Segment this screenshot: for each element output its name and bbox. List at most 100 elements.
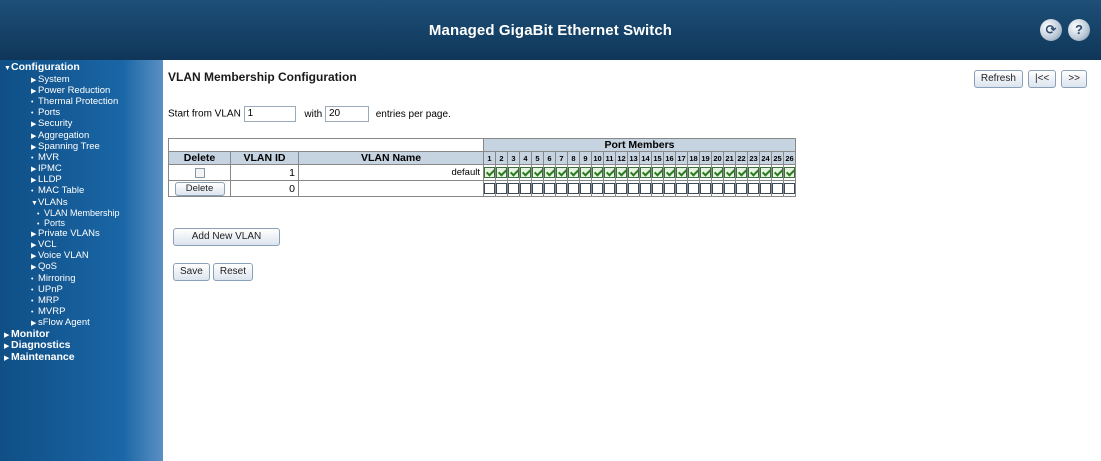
start-vlan-input[interactable]: 1 (243, 106, 296, 122)
vlan-id-cell[interactable]: 0 (230, 180, 299, 197)
port-17-member-checkbox[interactable] (676, 167, 687, 179)
port-1-member-checkbox[interactable] (484, 167, 495, 179)
sidebar-item-spanning-tree[interactable]: ▶ Spanning Tree (0, 141, 163, 152)
port-19-member-checkbox[interactable] (700, 183, 711, 195)
port-16-member-checkbox[interactable] (664, 183, 675, 195)
port-member-cell (615, 164, 628, 181)
port-15-member-checkbox[interactable] (652, 183, 663, 195)
first-page-button[interactable]: |<< (1027, 70, 1057, 88)
port-10-member-checkbox[interactable] (592, 183, 603, 195)
port-24-member-checkbox[interactable] (760, 183, 771, 195)
port-4-member-checkbox[interactable] (520, 167, 531, 179)
sidebar-item-power-reduction[interactable]: ▶ Power Reduction (0, 85, 163, 96)
port-15-member-checkbox[interactable] (652, 167, 663, 179)
port-2-member-checkbox[interactable] (496, 167, 507, 179)
sidebar-item-ports[interactable]: • Ports (0, 218, 163, 228)
sidebar-item-mirroring[interactable]: • Mirroring (0, 273, 163, 284)
port-13-member-checkbox[interactable] (628, 183, 639, 195)
sidebar-marker-icon: ▶ (4, 354, 10, 362)
port-24-member-checkbox[interactable] (760, 167, 771, 179)
port-9-member-checkbox[interactable] (580, 167, 591, 179)
delete-checkbox[interactable] (194, 167, 205, 178)
port-6-member-checkbox[interactable] (544, 167, 555, 179)
sidebar-item-aggregation[interactable]: ▶ Aggregation (0, 130, 163, 141)
port-member-cell (555, 180, 568, 197)
port-26-member-checkbox[interactable] (784, 167, 795, 179)
port-5-member-checkbox[interactable] (532, 183, 543, 195)
port-25-member-checkbox[interactable] (772, 183, 783, 195)
port-20-member-checkbox[interactable] (712, 183, 723, 195)
port-member-cell (519, 180, 532, 197)
port-6-member-checkbox[interactable] (544, 183, 555, 195)
sidebar-item-mvr[interactable]: • MVR (0, 152, 163, 163)
port-number-header: 3 (507, 151, 520, 165)
app-title: Managed GigaBit Ethernet Switch (428, 22, 673, 39)
sidebar-item-mac-table[interactable]: • MAC Table (0, 185, 163, 196)
add-new-vlan-button[interactable]: Add New VLAN (173, 228, 280, 246)
logout-icon[interactable]: ⟳ (1040, 19, 1062, 41)
port-10-member-checkbox[interactable] (592, 167, 603, 179)
port-8-member-checkbox[interactable] (568, 167, 579, 179)
port-21-member-checkbox[interactable] (724, 183, 735, 195)
port-17-member-checkbox[interactable] (676, 183, 687, 195)
next-page-button[interactable]: >> (1061, 70, 1087, 88)
save-button[interactable]: Save (173, 263, 210, 281)
port-member-cell (495, 180, 508, 197)
sidebar-item-mrp[interactable]: • MRP (0, 295, 163, 306)
sidebar-item-vlan-membership[interactable]: • VLAN Membership (0, 208, 163, 218)
port-19-member-checkbox[interactable] (700, 167, 711, 179)
help-icon[interactable]: ? (1068, 19, 1090, 41)
sidebar-item-thermal-protection[interactable]: • Thermal Protection (0, 96, 163, 107)
sidebar-item-upnp[interactable]: • UPnP (0, 284, 163, 295)
delete-row-button[interactable]: Delete (174, 181, 225, 196)
port-21-member-checkbox[interactable] (724, 167, 735, 179)
port-3-member-checkbox[interactable] (508, 167, 519, 179)
port-22-member-checkbox[interactable] (736, 167, 747, 179)
sidebar-item-mvrp[interactable]: • MVRP (0, 306, 163, 317)
sidebar-item-private-vlans[interactable]: ▶ Private VLANs (0, 228, 163, 239)
port-23-member-checkbox[interactable] (748, 167, 759, 179)
vlan-name-field[interactable]: default (298, 164, 484, 181)
sidebar-item-security[interactable]: ▶ Security (0, 118, 163, 129)
sidebar-item-vcl[interactable]: ▶ VCL (0, 239, 163, 250)
port-number-header: 15 (651, 151, 664, 165)
port-16-member-checkbox[interactable] (664, 167, 675, 179)
port-23-member-checkbox[interactable] (748, 183, 759, 195)
port-14-member-checkbox[interactable] (640, 167, 651, 179)
port-3-member-checkbox[interactable] (508, 183, 519, 195)
port-12-member-checkbox[interactable] (616, 167, 627, 179)
port-11-member-checkbox[interactable] (604, 167, 615, 179)
sidebar-item-ports[interactable]: • Ports (0, 107, 163, 118)
port-25-member-checkbox[interactable] (772, 167, 783, 179)
port-8-member-checkbox[interactable] (568, 183, 579, 195)
port-5-member-checkbox[interactable] (532, 167, 543, 179)
port-4-member-checkbox[interactable] (520, 183, 531, 195)
port-1-member-checkbox[interactable] (484, 183, 495, 195)
reset-button[interactable]: Reset (212, 263, 253, 281)
port-13-member-checkbox[interactable] (628, 167, 639, 179)
port-18-member-checkbox[interactable] (688, 167, 699, 179)
sidebar-item-maintenance[interactable]: ▶ Maintenance (0, 351, 163, 364)
sidebar-item-ipmc[interactable]: ▶ IPMC (0, 163, 163, 174)
sidebar-item-voice-vlan[interactable]: ▶ Voice VLAN (0, 250, 163, 261)
refresh-button[interactable]: Refresh (973, 70, 1023, 88)
sidebar-item-qos[interactable]: ▶ QoS (0, 261, 163, 272)
port-11-member-checkbox[interactable] (604, 183, 615, 195)
sidebar-item-configuration[interactable]: ▼Configuration (0, 62, 163, 74)
port-20-member-checkbox[interactable] (712, 167, 723, 179)
port-9-member-checkbox[interactable] (580, 183, 591, 195)
port-18-member-checkbox[interactable] (688, 183, 699, 195)
sidebar-item-lldp[interactable]: ▶ LLDP (0, 174, 163, 185)
vlan-membership-table: Port Members Delete VLAN ID VLAN Name 12… (168, 138, 796, 197)
port-26-member-checkbox[interactable] (784, 183, 795, 195)
port-7-member-checkbox[interactable] (556, 167, 567, 179)
entries-per-page-input[interactable]: 20 (324, 106, 369, 122)
sidebar-item-system[interactable]: ▶ System (0, 74, 163, 85)
port-12-member-checkbox[interactable] (616, 183, 627, 195)
port-14-member-checkbox[interactable] (640, 183, 651, 195)
port-7-member-checkbox[interactable] (556, 183, 567, 195)
vlan-name-field[interactable] (298, 180, 484, 197)
sidebar-item-vlans[interactable]: ▼VLANs (0, 197, 163, 208)
port-2-member-checkbox[interactable] (496, 183, 507, 195)
port-22-member-checkbox[interactable] (736, 183, 747, 195)
